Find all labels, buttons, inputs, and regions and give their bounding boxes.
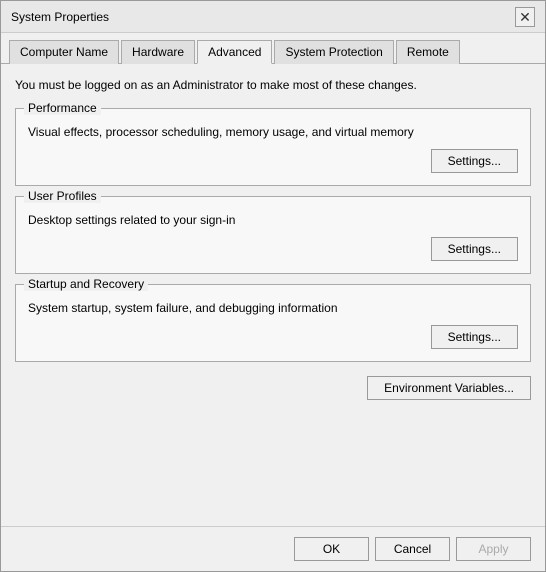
env-variables-row: Environment Variables... (15, 376, 531, 400)
close-button[interactable]: ✕ (515, 7, 535, 27)
performance-title: Performance (24, 101, 101, 115)
apply-button[interactable]: Apply (456, 537, 531, 561)
tab-hardware[interactable]: Hardware (121, 40, 195, 64)
startup-recovery-desc: System startup, system failure, and debu… (28, 301, 518, 315)
tab-system-protection[interactable]: System Protection (274, 40, 393, 64)
tab-advanced[interactable]: Advanced (197, 40, 272, 64)
user-profiles-settings-button[interactable]: Settings... (431, 237, 518, 261)
close-icon: ✕ (519, 10, 531, 24)
tab-content: You must be logged on as an Administrato… (1, 64, 545, 526)
startup-recovery-settings-button[interactable]: Settings... (431, 325, 518, 349)
startup-recovery-btn-row: Settings... (28, 325, 518, 349)
startup-recovery-group: Startup and Recovery System startup, sys… (15, 284, 531, 362)
performance-settings-button[interactable]: Settings... (431, 149, 518, 173)
tab-computer-name[interactable]: Computer Name (9, 40, 119, 64)
performance-desc: Visual effects, processor scheduling, me… (28, 125, 518, 139)
cancel-button[interactable]: Cancel (375, 537, 450, 561)
window-title: System Properties (11, 10, 109, 24)
startup-recovery-title: Startup and Recovery (24, 277, 148, 291)
environment-variables-button[interactable]: Environment Variables... (367, 376, 531, 400)
tab-bar: Computer Name Hardware Advanced System P… (1, 33, 545, 64)
user-profiles-desc: Desktop settings related to your sign-in (28, 213, 518, 227)
performance-group: Performance Visual effects, processor sc… (15, 108, 531, 186)
admin-notice: You must be logged on as an Administrato… (15, 76, 531, 98)
bottom-bar: OK Cancel Apply (1, 526, 545, 571)
user-profiles-btn-row: Settings... (28, 237, 518, 261)
system-properties-window: System Properties ✕ Computer Name Hardwa… (0, 0, 546, 572)
ok-button[interactable]: OK (294, 537, 369, 561)
tab-remote[interactable]: Remote (396, 40, 460, 64)
user-profiles-title: User Profiles (24, 189, 101, 203)
user-profiles-group: User Profiles Desktop settings related t… (15, 196, 531, 274)
performance-btn-row: Settings... (28, 149, 518, 173)
title-bar: System Properties ✕ (1, 1, 545, 33)
